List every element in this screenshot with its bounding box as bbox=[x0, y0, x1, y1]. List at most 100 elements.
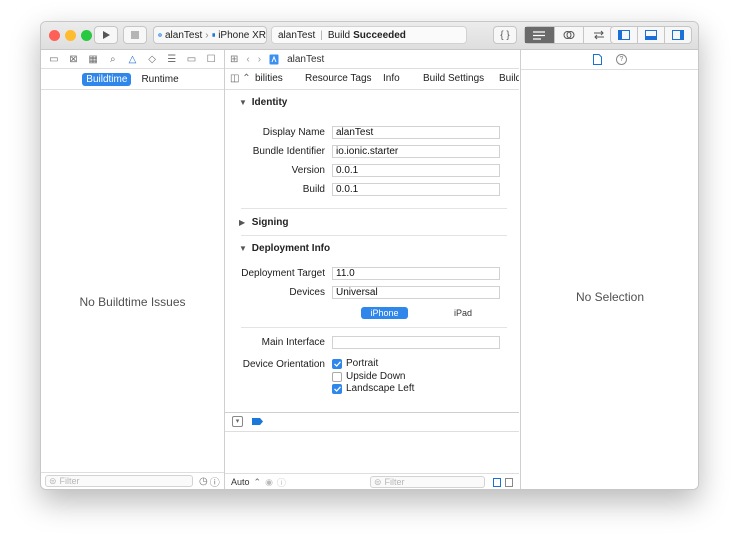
checkbox-unchecked-icon bbox=[332, 371, 342, 382]
orientation-landscape-left[interactable]: Landscape Left bbox=[332, 383, 414, 394]
tab-capabilities[interactable]: bilities bbox=[255, 73, 283, 84]
folder-icon[interactable]: ▭ bbox=[48, 54, 60, 65]
left-panel-icon bbox=[618, 30, 630, 40]
section-divider bbox=[241, 235, 507, 236]
tab-build-phases[interactable]: Build bbox=[499, 73, 519, 84]
play-icon bbox=[102, 31, 110, 39]
device-option-iphone[interactable]: iPhone bbox=[361, 307, 408, 319]
toggle-inspector-button[interactable] bbox=[665, 27, 691, 43]
main-interface-field[interactable] bbox=[332, 336, 500, 349]
stop-button[interactable] bbox=[123, 26, 147, 44]
chevron-right-icon: › bbox=[205, 29, 209, 41]
standard-editor-button[interactable] bbox=[525, 27, 555, 43]
search-icon[interactable]: ⌕ bbox=[107, 54, 119, 65]
build-label: Build bbox=[302, 184, 325, 195]
variables-scope-popup[interactable]: Auto bbox=[231, 477, 250, 487]
tab-runtime[interactable]: Runtime bbox=[137, 73, 182, 86]
minimize-window-button[interactable] bbox=[65, 30, 76, 41]
tab-resource-tags[interactable]: Resource Tags bbox=[305, 73, 372, 84]
assistant-editor-button[interactable] bbox=[555, 27, 585, 43]
identity-section-header[interactable]: ▼ Identity bbox=[239, 97, 287, 108]
sidebar-toggle-icon[interactable]: ◫ ⌃ bbox=[230, 73, 251, 84]
navigator-filter-placeholder: Filter bbox=[59, 476, 80, 486]
console-filter-field[interactable]: ⊜ Filter bbox=[369, 476, 486, 488]
chevron-updown-icon: ⌃ bbox=[253, 476, 262, 487]
navigator-filter-bar: ⊜ Filter ◷ ⓘ bbox=[41, 472, 224, 489]
orientation-upside-down[interactable]: Upside Down bbox=[332, 371, 405, 382]
toggle-debug-area-button[interactable] bbox=[638, 27, 665, 43]
checkbox-checked-icon bbox=[332, 383, 342, 394]
bottom-panel-icon bbox=[645, 30, 657, 40]
xcode-window: alanTest › iPhone XR alanTest | Build Su… bbox=[40, 21, 699, 490]
tab-buildtime[interactable]: Buildtime bbox=[82, 73, 132, 86]
debug-icon[interactable]: ☰ bbox=[166, 54, 178, 65]
right-panel-icon bbox=[672, 30, 684, 40]
library-button[interactable]: { } bbox=[493, 26, 517, 44]
section-divider bbox=[241, 208, 507, 209]
symbol-icon[interactable]: ▦ bbox=[87, 54, 99, 65]
split-left-icon[interactable] bbox=[493, 477, 502, 487]
device-option-ipad[interactable]: iPad bbox=[449, 307, 477, 319]
tab-build-settings[interactable]: Build Settings bbox=[423, 73, 484, 84]
version-editor-button[interactable] bbox=[584, 27, 613, 43]
navigator-selector-bar: ▭ ⊠ ▦ ⌕ △ ◇ ☰ ▭ ☐ bbox=[41, 50, 224, 69]
signing-title: Signing bbox=[251, 217, 289, 228]
close-window-button[interactable] bbox=[49, 30, 60, 41]
related-items-icon[interactable]: ⊞ bbox=[230, 54, 238, 65]
forward-arrow-icon[interactable]: › bbox=[258, 54, 261, 65]
report-icon[interactable]: ☐ bbox=[205, 54, 217, 65]
debug-area: ▾ Auto ⌃ ◉ ⓘ ⊜ Filter bbox=[225, 412, 519, 489]
arrows-icon bbox=[593, 30, 604, 40]
devices-label: Devices bbox=[289, 287, 325, 298]
scheme-selector[interactable]: alanTest › iPhone XR bbox=[153, 26, 267, 44]
info-icon[interactable]: ⓘ bbox=[210, 474, 220, 489]
back-arrow-icon[interactable]: ‹ bbox=[246, 54, 249, 65]
general-settings: ▼ Identity Display Name alanTest Bundle … bbox=[225, 90, 519, 411]
filter-icon: ⊜ bbox=[49, 475, 57, 486]
build-field[interactable]: 0.0.1 bbox=[332, 183, 500, 196]
deployment-title: Deployment Info bbox=[251, 243, 331, 254]
clock-icon[interactable]: ◷ bbox=[199, 476, 208, 487]
zoom-window-button[interactable] bbox=[81, 30, 92, 41]
rings-icon bbox=[563, 31, 575, 39]
devices-popup[interactable]: Universal bbox=[332, 286, 500, 299]
jump-bar: ⊞ ‹ › alanTest bbox=[225, 50, 519, 69]
editor-tab-bar: ◫ ⌃ bilities Resource Tags Info Build Se… bbox=[225, 70, 519, 90]
info-icon[interactable]: ⓘ bbox=[277, 476, 286, 489]
help-icon[interactable]: ? bbox=[616, 54, 627, 65]
breakpoint-toggle-icon[interactable] bbox=[252, 418, 263, 425]
warning-icon[interactable]: △ bbox=[126, 54, 138, 65]
display-name-field[interactable]: alanTest bbox=[332, 126, 500, 139]
inspector-tabs: ? bbox=[521, 50, 698, 70]
hide-debug-area-icon[interactable]: ▾ bbox=[232, 416, 243, 427]
issue-scope-tabs: Buildtime Runtime bbox=[41, 70, 224, 90]
orientation-upside-down-label: Upside Down bbox=[346, 371, 406, 382]
tab-info[interactable]: Info bbox=[383, 73, 400, 84]
file-inspector-icon[interactable] bbox=[593, 54, 602, 65]
inspector-empty-message: No Selection bbox=[575, 290, 645, 304]
test-icon[interactable]: ◇ bbox=[146, 54, 158, 65]
version-field[interactable]: 0.0.1 bbox=[332, 164, 500, 177]
bundle-identifier-field[interactable]: io.ionic.starter bbox=[332, 145, 500, 158]
deployment-section-header[interactable]: ▼ Deployment Info bbox=[239, 243, 330, 254]
inspector-pane: ? No Selection bbox=[520, 50, 698, 489]
section-divider bbox=[241, 327, 507, 328]
bundle-identifier-label: Bundle Identifier bbox=[252, 146, 325, 157]
toggle-navigator-button[interactable] bbox=[611, 27, 638, 43]
scheme-device-name: iPhone XR bbox=[218, 29, 266, 41]
breadcrumb[interactable]: alanTest bbox=[287, 54, 324, 65]
braces-icon: { } bbox=[500, 29, 510, 41]
navigator-filter-field[interactable]: ⊜ Filter bbox=[45, 475, 193, 487]
breakpoint-icon[interactable]: ▭ bbox=[185, 54, 197, 65]
app-scheme-icon bbox=[158, 33, 162, 37]
source-control-icon[interactable]: ⊠ bbox=[67, 54, 79, 65]
eye-icon[interactable]: ◉ bbox=[265, 477, 273, 488]
status-result: Succeeded bbox=[353, 29, 406, 41]
activity-status: alanTest | Build Succeeded bbox=[271, 26, 467, 44]
signing-section-header[interactable]: ▶ Signing bbox=[239, 217, 288, 228]
split-right-icon[interactable] bbox=[505, 477, 513, 487]
orientation-portrait[interactable]: Portrait bbox=[332, 358, 378, 369]
run-button[interactable] bbox=[94, 26, 118, 44]
deployment-target-field[interactable]: 11.0 bbox=[332, 267, 500, 280]
toolbar: alanTest › iPhone XR alanTest | Build Su… bbox=[41, 22, 698, 50]
